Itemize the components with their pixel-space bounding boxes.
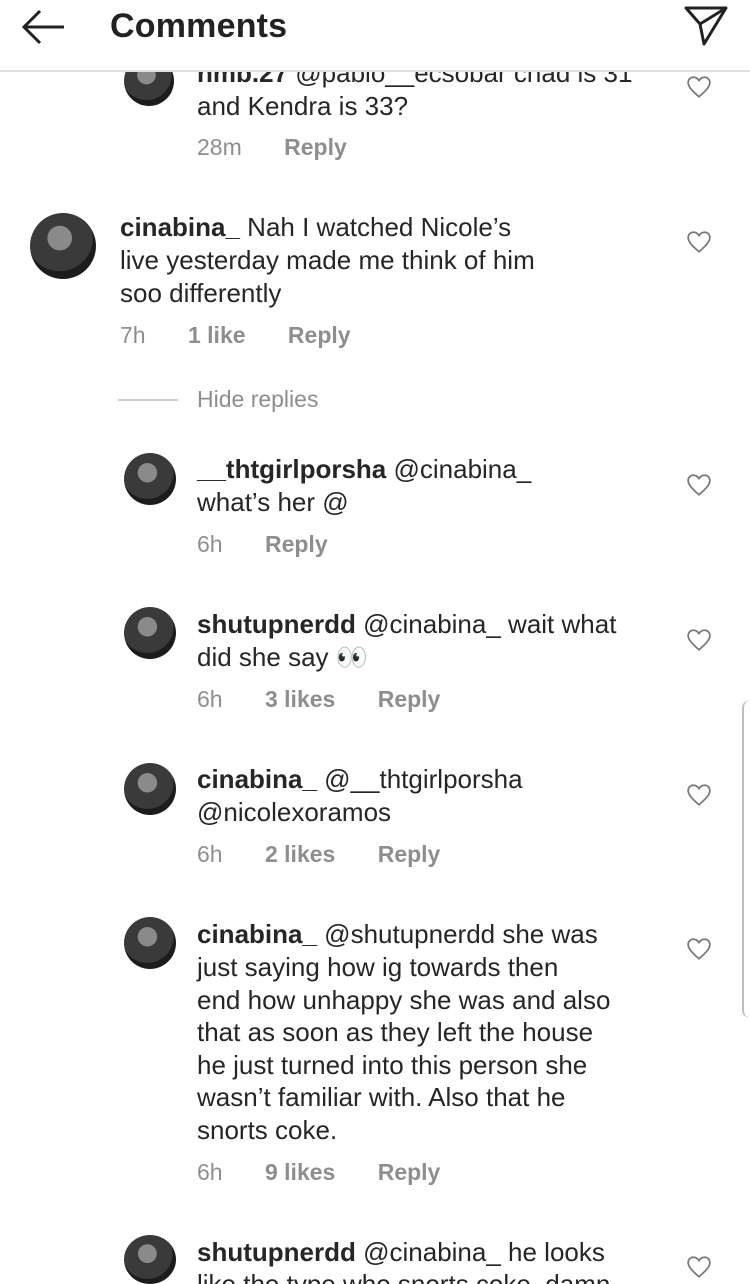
likes-count[interactable]: 2 likes [265, 841, 335, 867]
comment-time: 6h [197, 1159, 223, 1185]
comment-username[interactable]: cinabina_ [197, 764, 317, 794]
reply-button[interactable]: Reply [265, 531, 328, 557]
comment-text: shutupnerdd @cinabina_ he looks [197, 1237, 605, 1267]
comment-text-line: did she say 👀 [197, 642, 369, 672]
comment-meta: 6h 9 likes Reply [197, 1159, 476, 1186]
comment-meta: 28m Reply [197, 134, 383, 161]
reply-button[interactable]: Reply [288, 322, 351, 348]
comment-text: shutupnerdd @cinabina_ wait what [197, 609, 617, 639]
comment-text-line: just saying how ig towards then [197, 952, 559, 982]
comment-text-line: he just turned into this person she [197, 1050, 588, 1080]
heart-icon[interactable] [686, 229, 712, 255]
reply-button[interactable]: Reply [378, 1159, 441, 1185]
comment-username[interactable]: cinabina_ [120, 212, 240, 242]
comment-text-line: like the type who snorts coke, damn [197, 1269, 611, 1284]
paper-plane-icon [684, 6, 728, 46]
heart-icon[interactable] [686, 472, 712, 498]
scroll-edge-indicator [742, 700, 750, 1018]
comment-text-line: and Kendra is 33? [197, 91, 409, 121]
reply-button[interactable]: Reply [378, 686, 441, 712]
comment-text: cinabina_ @__thtgirlporsha [197, 764, 523, 794]
comment-time: 6h [197, 531, 223, 557]
comment-text-line: end how unhappy she was and also [197, 985, 611, 1015]
comment-text-line: what’s her @ [197, 487, 349, 517]
comment-meta: 7h 1 like Reply [120, 322, 387, 349]
heart-icon[interactable] [686, 74, 712, 100]
comment-time: 6h [197, 841, 223, 867]
heart-icon[interactable] [686, 627, 712, 653]
header-bar: Comments [0, 0, 750, 72]
heart-icon[interactable] [686, 936, 712, 962]
comment-meta: 6h Reply [197, 531, 364, 558]
comment-time: 6h [197, 686, 223, 712]
comment-text: __thtgirlporsha @cinabina_ [197, 454, 532, 484]
avatar[interactable] [124, 453, 176, 505]
likes-count[interactable]: 3 likes [265, 686, 335, 712]
avatar[interactable] [124, 917, 176, 969]
hide-replies-label: Hide replies [197, 386, 319, 412]
heart-icon[interactable] [686, 1254, 712, 1280]
avatar[interactable] [124, 1235, 176, 1284]
comment-time: 7h [120, 322, 146, 348]
comment-text: cinabina_ @shutupnerdd she was [197, 919, 598, 949]
comment-text: cinabina_ Nah I watched Nicole’s [120, 212, 512, 242]
likes-count[interactable]: 1 like [188, 322, 246, 348]
comment-text-line: wasn’t familiar with. Also that he [197, 1082, 566, 1112]
comment-username[interactable]: shutupnerdd [197, 609, 356, 639]
arrow-left-icon [21, 9, 64, 45]
avatar[interactable] [124, 607, 176, 659]
avatar[interactable] [124, 763, 176, 815]
page-title: Comments [110, 7, 288, 45]
share-button[interactable] [684, 4, 728, 48]
comment-username[interactable]: cinabina_ [197, 919, 317, 949]
comment-time: 28m [197, 134, 242, 160]
comment-text-line: live yesterday made me think of him [120, 245, 535, 275]
comment-text-line: @nicolexoramos [197, 797, 392, 827]
avatar[interactable] [30, 213, 96, 279]
comment-meta: 6h 3 likes Reply [197, 686, 476, 713]
comment-text-line: snorts coke. [197, 1115, 338, 1145]
heart-icon[interactable] [686, 782, 712, 808]
back-button[interactable] [18, 6, 68, 48]
comment-text-line: soo differently [120, 278, 282, 308]
comment-meta: 6h 2 likes Reply [197, 841, 476, 868]
comment-username[interactable]: __thtgirlporsha [197, 454, 386, 484]
divider-line [118, 399, 178, 401]
reply-button[interactable]: Reply [284, 134, 347, 160]
likes-count[interactable]: 9 likes [265, 1159, 335, 1185]
comment-text-line: that as soon as they left the house [197, 1017, 594, 1047]
reply-button[interactable]: Reply [378, 841, 441, 867]
comment-username[interactable]: shutupnerdd [197, 1237, 356, 1267]
